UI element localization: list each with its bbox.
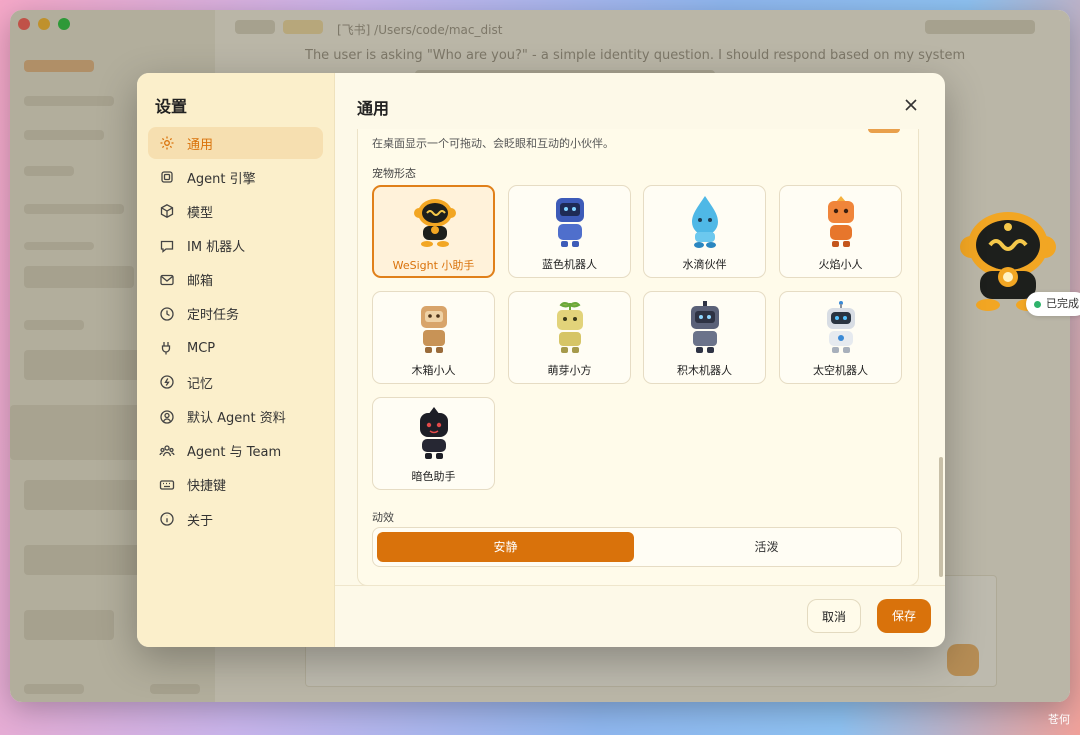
settings-sidebar: 设置 通用 Agent 引擎 模型 IM 机器人 邮箱 定时任务 MCP 记忆 … — [137, 73, 335, 647]
user-circle-icon — [160, 409, 174, 424]
close-icon[interactable] — [901, 95, 921, 115]
nav-item-default-agent-profile[interactable]: 默认 Agent 资料 — [148, 401, 323, 433]
pet-option-block-robot[interactable]: 积木机器人 — [643, 291, 766, 384]
nav-item-label: 快捷键 — [187, 479, 227, 495]
motion-segmented-control: 安静 活泼 — [372, 527, 902, 567]
motion-label: 动效 — [372, 511, 394, 524]
pet-option-flame-kid[interactable]: 火焰小人 — [779, 185, 902, 278]
pet-option-dark-helper[interactable]: 暗色助手 — [372, 397, 495, 490]
pet-name: 蓝色机器人 — [542, 258, 597, 271]
settings-dialog: 设置 通用 Agent 引擎 模型 IM 机器人 邮箱 定时任务 MCP 记忆 … — [137, 73, 945, 647]
pet-option-space-robot[interactable]: 太空机器人 — [779, 291, 902, 384]
chip-icon — [161, 171, 173, 183]
nav-item-agent-engine[interactable]: Agent 引擎 — [148, 161, 323, 193]
nav-item-label: 邮箱 — [187, 274, 214, 290]
brain-icon — [160, 375, 174, 389]
info-icon — [160, 512, 174, 526]
settings-nav: 通用 Agent 引擎 模型 IM 机器人 邮箱 定时任务 MCP 记忆 默认 … — [148, 127, 323, 537]
nav-item-scheduled-tasks[interactable]: 定时任务 — [148, 298, 323, 330]
mascot-status-badge: 已完成 — [1026, 292, 1080, 316]
content-scrollbar[interactable] — [939, 457, 943, 577]
nav-item-about[interactable]: 关于 — [148, 503, 323, 535]
blue-robot-icon — [556, 198, 584, 247]
sprout-cube-icon — [557, 302, 583, 353]
team-icon — [159, 445, 175, 456]
mascot-status-text: 已完成 — [1046, 297, 1079, 310]
gear-icon — [160, 136, 174, 150]
nav-item-label: 通用 — [187, 137, 214, 153]
flame-kid-icon — [828, 196, 854, 247]
settings-sidebar-title: 设置 — [155, 97, 188, 116]
pet-name: 暗色助手 — [411, 470, 456, 483]
pet-name: 木箱小人 — [411, 364, 456, 377]
chat-bubble-icon — [160, 240, 174, 253]
pet-name: 萌芽小方 — [547, 364, 592, 377]
status-dot — [1034, 301, 1041, 308]
pet-name: 火焰小人 — [818, 258, 863, 271]
pet-option-wesight[interactable]: WeSight 小助手 — [372, 185, 495, 278]
save-button[interactable]: 保存 — [877, 599, 931, 633]
wesight-pet-icon — [414, 199, 456, 247]
pet-option-wooden-box[interactable]: 木箱小人 — [372, 291, 495, 384]
pet-option-water-drop[interactable]: 水滴伙伴 — [643, 185, 766, 278]
cube-icon — [160, 204, 174, 219]
footer-divider — [335, 585, 945, 586]
nav-item-memory[interactable]: 记忆 — [148, 366, 323, 398]
motion-option-quiet[interactable]: 安静 — [377, 532, 634, 562]
pet-name: 水滴伙伴 — [682, 258, 727, 271]
nav-item-mail[interactable]: 邮箱 — [148, 264, 323, 296]
pet-description: 在桌面显示一个可拖动、会眨眼和互动的小伙伴。 — [372, 137, 614, 150]
keyboard-icon — [159, 480, 175, 490]
pet-name: 太空机器人 — [813, 364, 868, 377]
dark-helper-icon — [420, 407, 448, 459]
settings-content: 通用 在桌面显示一个可拖动、会眨眼和互动的小伙伴。 宠物形态 WeSight 小… — [335, 73, 945, 647]
block-robot-icon — [691, 301, 719, 353]
nav-item-label: 默认 Agent 资料 — [187, 411, 286, 426]
settings-title: 通用 — [357, 99, 390, 118]
pet-option-blue-robot[interactable]: 蓝色机器人 — [508, 185, 631, 278]
plug-icon — [161, 342, 171, 355]
pet-enable-toggle[interactable] — [868, 129, 900, 133]
wooden-box-icon — [421, 306, 447, 353]
water-drop-icon — [692, 196, 718, 248]
nav-item-label: IM 机器人 — [187, 240, 246, 256]
nav-item-label: 定时任务 — [187, 308, 240, 324]
nav-item-label: Agent 引擎 — [187, 171, 256, 187]
motion-option-lively[interactable]: 活泼 — [638, 532, 895, 562]
nav-item-general[interactable]: 通用 — [148, 127, 323, 159]
pet-name: 积木机器人 — [677, 364, 732, 377]
nav-item-shortcuts[interactable]: 快捷键 — [148, 469, 323, 501]
nav-item-agent-team[interactable]: Agent 与 Team — [148, 435, 323, 467]
space-robot-icon — [827, 301, 855, 353]
clock-icon — [160, 307, 174, 321]
nav-item-label: 记忆 — [187, 376, 214, 392]
watermark-text: 苍何 — [1048, 713, 1070, 726]
nav-item-models[interactable]: 模型 — [148, 195, 323, 227]
cancel-button[interactable]: 取消 — [807, 599, 861, 633]
nav-item-label: MCP — [187, 340, 216, 356]
pet-option-sprout-cube[interactable]: 萌芽小方 — [508, 291, 631, 384]
nav-item-label: 关于 — [187, 513, 214, 529]
desktop-pet-panel: 在桌面显示一个可拖动、会眨眼和互动的小伙伴。 宠物形态 WeSight 小助手 … — [357, 129, 919, 586]
nav-item-label: Agent 与 Team — [187, 445, 282, 461]
pet-name: WeSight 小助手 — [392, 259, 475, 272]
nav-item-label: 模型 — [187, 205, 214, 221]
mail-icon — [160, 274, 174, 285]
nav-item-im-bot[interactable]: IM 机器人 — [148, 230, 323, 262]
pet-form-label: 宠物形态 — [372, 167, 416, 180]
nav-item-mcp[interactable]: MCP — [148, 332, 323, 364]
